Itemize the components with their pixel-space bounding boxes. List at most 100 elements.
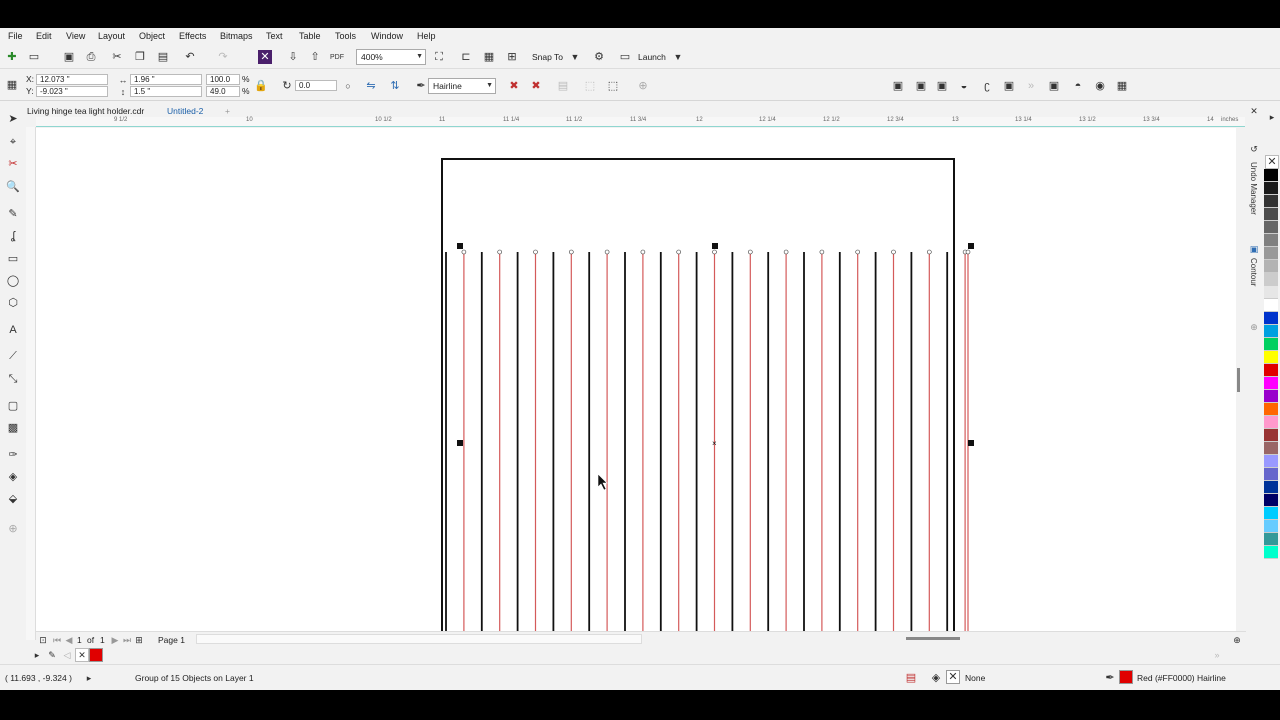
selection-handle[interactable] [968,243,974,249]
menu-window[interactable]: Window [371,31,403,41]
snap-to-menu[interactable]: Snap To [532,52,563,62]
eyedropper-tool-icon[interactable]: ✑ [6,448,20,462]
node-marker[interactable] [855,249,861,255]
palette-swatch[interactable] [1264,390,1278,403]
selection-handle[interactable] [457,440,463,446]
create-boundary-icon[interactable]: ▣ [1002,79,1016,93]
color-proof-icon[interactable]: ▤ [904,671,918,685]
palette-swatch[interactable] [1264,195,1278,208]
palette-swatch[interactable] [1264,403,1278,416]
scale-width-field[interactable]: 100.0 [206,74,240,85]
menu-edit[interactable]: Edit [36,31,52,41]
first-page-icon[interactable]: ⏮ [52,635,62,645]
no-color-swatch-icon[interactable]: ✕ [1265,155,1279,169]
rotate-icon[interactable]: ↻ [280,79,294,93]
palette-scroll-up-icon[interactable]: ▸ [1267,112,1277,122]
align-icon[interactable]: ▣ [891,79,905,93]
outline-color-swatch[interactable] [1119,670,1133,684]
y-position-field[interactable]: -9.023 " [36,86,108,97]
red-swatch-icon[interactable] [89,648,103,662]
options-gear-icon[interactable]: ⚙ [592,50,606,64]
fill-none-swatch-icon[interactable]: ✕ [946,670,960,684]
node-marker[interactable] [926,249,932,255]
palette-swatch[interactable] [1264,286,1278,299]
contour-icon[interactable]: ▣ [1249,244,1259,254]
next-page-icon[interactable]: ▶ [110,635,120,645]
node-marker[interactable] [568,249,574,255]
palette-swatch[interactable] [1264,299,1278,312]
height-field[interactable]: 1.5 " [130,86,202,97]
new-document-icon[interactable]: ✚ [5,50,19,64]
node-marker[interactable] [497,249,503,255]
object-origin-icon[interactable]: ▦ [5,78,19,92]
outline-pen-icon[interactable]: ✒ [1103,671,1117,685]
palette-swatch[interactable] [1264,221,1278,234]
palette-swatch[interactable] [1264,546,1278,559]
vertical-ruler[interactable] [26,127,36,640]
scroll-right-icon[interactable]: » [1212,650,1222,660]
import-icon[interactable]: ⇩ [286,50,300,64]
horizontal-ruler[interactable]: 9 1/2 10 10 1/2 11 11 1/4 11 1/2 11 3/4 … [36,117,1245,127]
paste-icon[interactable]: ▤ [156,50,170,64]
rectangle-tool-icon[interactable]: ▭ [6,252,20,266]
close-icon[interactable]: ✕ [1249,106,1259,116]
outline-width-select[interactable]: Hairline ▼ [428,78,496,94]
node-marker[interactable] [747,249,753,255]
node-marker[interactable] [461,249,467,255]
node-marker[interactable] [712,249,717,255]
zoom-level-select[interactable]: 400% ▼ [356,49,426,65]
menu-view[interactable]: View [66,31,85,41]
eyedropper-icon[interactable]: ✎ [47,650,57,660]
palette-swatch[interactable] [1264,364,1278,377]
expand-status-icon[interactable]: ▸ [84,673,94,683]
color-palette[interactable] [1264,169,1280,649]
add-page-icon[interactable]: ⊞ [134,635,144,645]
polygon-tool-icon[interactable]: ⬡ [6,296,20,310]
convert-to-curves-icon[interactable]: ʗ [980,79,994,93]
tab-untitled-2[interactable]: Untitled-2 [164,104,206,118]
break-apart-icon[interactable]: ◒ [957,79,971,93]
show-rulers-icon[interactable]: ⊏ [459,50,473,64]
palette-swatch[interactable] [1264,312,1278,325]
full-screen-icon[interactable]: ⛶ [432,50,446,64]
new-tab-icon[interactable]: + [222,104,233,118]
palette-swatch[interactable] [1264,169,1278,182]
mirror-vertical-icon[interactable]: ⇅ [388,79,402,93]
palette-swatch[interactable] [1264,260,1278,273]
undo-icon[interactable]: ↶ [183,50,197,64]
width-field[interactable]: 1.96 " [130,74,202,85]
add-icon[interactable]: ⊕ [636,79,650,93]
ellipse-tool-icon[interactable]: ◯ [6,274,20,288]
living-hinge-lines[interactable] [445,249,971,631]
publish-pdf-icon[interactable]: PDF [330,50,344,64]
expand-palette-icon[interactable]: ▸ [32,650,42,660]
outline-pen-icon[interactable]: ✒ [414,79,428,93]
palette-swatch[interactable] [1264,338,1278,351]
zoom-tool-icon[interactable]: 🔍 [6,180,20,194]
menu-bitmaps[interactable]: Bitmaps [220,31,253,41]
palette-swatch[interactable] [1264,468,1278,481]
selection-handles[interactable]: × [457,243,974,631]
menu-object[interactable]: Object [139,31,165,41]
rotation-angle-field[interactable]: 0.0 [295,80,337,91]
redo-icon[interactable]: ↷ [216,50,230,64]
weld-icon[interactable]: ✖ [507,79,521,93]
palette-swatch[interactable] [1264,416,1278,429]
zoom-navigator-icon[interactable]: ⊕ [1232,635,1242,645]
artistic-media-tool-icon[interactable]: ʆ [6,229,20,243]
rotation-center-icon[interactable]: × [712,439,717,448]
drop-shadow-tool-icon[interactable]: ▢ [6,399,20,413]
node-marker[interactable] [819,249,825,255]
show-guidelines-icon[interactable]: ⊞ [505,50,519,64]
menu-file[interactable]: File [8,31,23,41]
undo-manager-icon[interactable]: ↺ [1249,144,1259,154]
node-marker[interactable] [783,249,789,255]
selection-handle[interactable] [968,440,974,446]
palette-swatch[interactable] [1264,234,1278,247]
palette-swatch[interactable] [1264,247,1278,260]
show-grid-icon[interactable]: ▦ [482,50,496,64]
palette-swatch[interactable] [1264,208,1278,221]
palette-swatch[interactable] [1264,507,1278,520]
node-marker[interactable] [676,249,682,255]
node-marker[interactable] [965,249,971,255]
